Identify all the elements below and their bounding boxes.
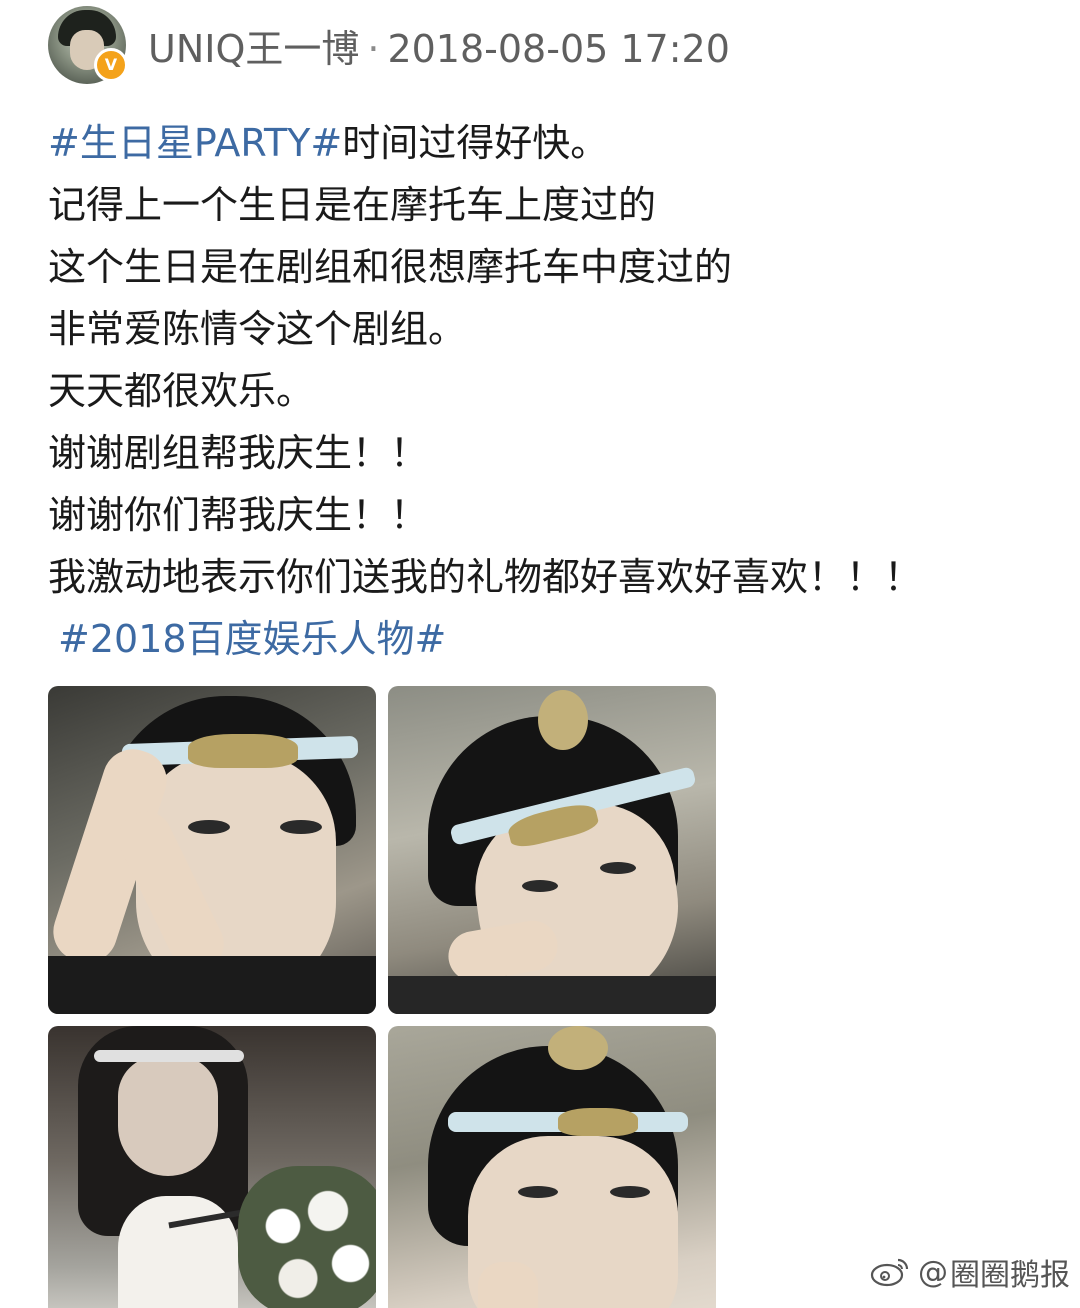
post-line-7: 谢谢你们帮我庆生！！ <box>48 493 429 537</box>
photo-hair-crown <box>548 1026 608 1070</box>
photo-hair-crown <box>538 690 588 750</box>
watermark: @ 圈圈鹅报 <box>870 1250 1070 1294</box>
watermark-at: @ <box>918 1254 948 1290</box>
photo-eye <box>518 1186 558 1198</box>
photo-eye <box>522 880 558 892</box>
photo-headband <box>94 1050 244 1062</box>
meta-separator: · <box>367 26 380 71</box>
post-meta: UNIQ王一博 · 2018-08-05 17:20 <box>148 18 730 73</box>
photo-headpiece <box>188 734 298 768</box>
username[interactable]: UNIQ王一博 <box>148 27 359 71</box>
photo-eye <box>610 1186 650 1198</box>
post-header: V UNIQ王一博 · 2018-08-05 17:20 <box>48 6 730 84</box>
post-body: #生日星PARTY#时间过得好快。 记得上一个生日是在摩托车上度过的 这个生日是… <box>48 112 1048 670</box>
watermark-name: 圈圈鹅报 <box>950 1258 1070 1293</box>
post-line-5: 天天都很欢乐。 <box>48 369 315 413</box>
verified-badge-icon: V <box>94 48 128 82</box>
post-line-8: 我激动地表示你们送我的礼物都好喜欢好喜欢！！！ <box>48 555 923 599</box>
post-line-6: 谢谢剧组帮我庆生！！ <box>48 431 429 475</box>
photo-flowers <box>238 1166 376 1308</box>
photo-thumbnail[interactable] <box>388 1026 716 1308</box>
weibo-post-screenshot: V UNIQ王一博 · 2018-08-05 17:20 #生日星PARTY#时间过… <box>0 0 1080 1308</box>
photo-eye <box>188 820 230 834</box>
photo-headpiece <box>558 1108 638 1136</box>
hashtag-link[interactable]: #2018百度娱乐人物# <box>58 617 446 661</box>
photo-eye <box>600 862 636 874</box>
post-line-1: #生日星PARTY#时间过得好快。 <box>48 112 1048 174</box>
photo-face <box>118 1056 218 1176</box>
post-timestamp: 2018-08-05 17:20 <box>387 26 730 71</box>
photo-eye <box>280 820 322 834</box>
avatar[interactable]: V <box>48 6 128 84</box>
photo-clothing <box>388 976 716 1014</box>
photo-thumbnail[interactable] <box>388 686 716 1014</box>
photo-thumbnail[interactable] <box>48 686 376 1014</box>
post-line-3: 这个生日是在剧组和很想摩托车中度过的 <box>48 245 733 289</box>
post-line-9: #2018百度娱乐人物# <box>48 608 1048 670</box>
photo-clothing <box>48 956 376 1014</box>
photo-grid <box>48 686 716 1308</box>
hashtag-link[interactable]: #生日星PARTY# <box>48 121 342 165</box>
photo-hand <box>478 1262 538 1308</box>
photo-thumbnail[interactable] <box>48 1026 376 1308</box>
post-text: 时间过得好快。 <box>342 121 609 165</box>
post-line-2: 记得上一个生日是在摩托车上度过的 <box>48 183 657 227</box>
post-line-4: 非常爱陈情令这个剧组。 <box>48 307 467 351</box>
weibo-icon <box>870 1258 909 1287</box>
